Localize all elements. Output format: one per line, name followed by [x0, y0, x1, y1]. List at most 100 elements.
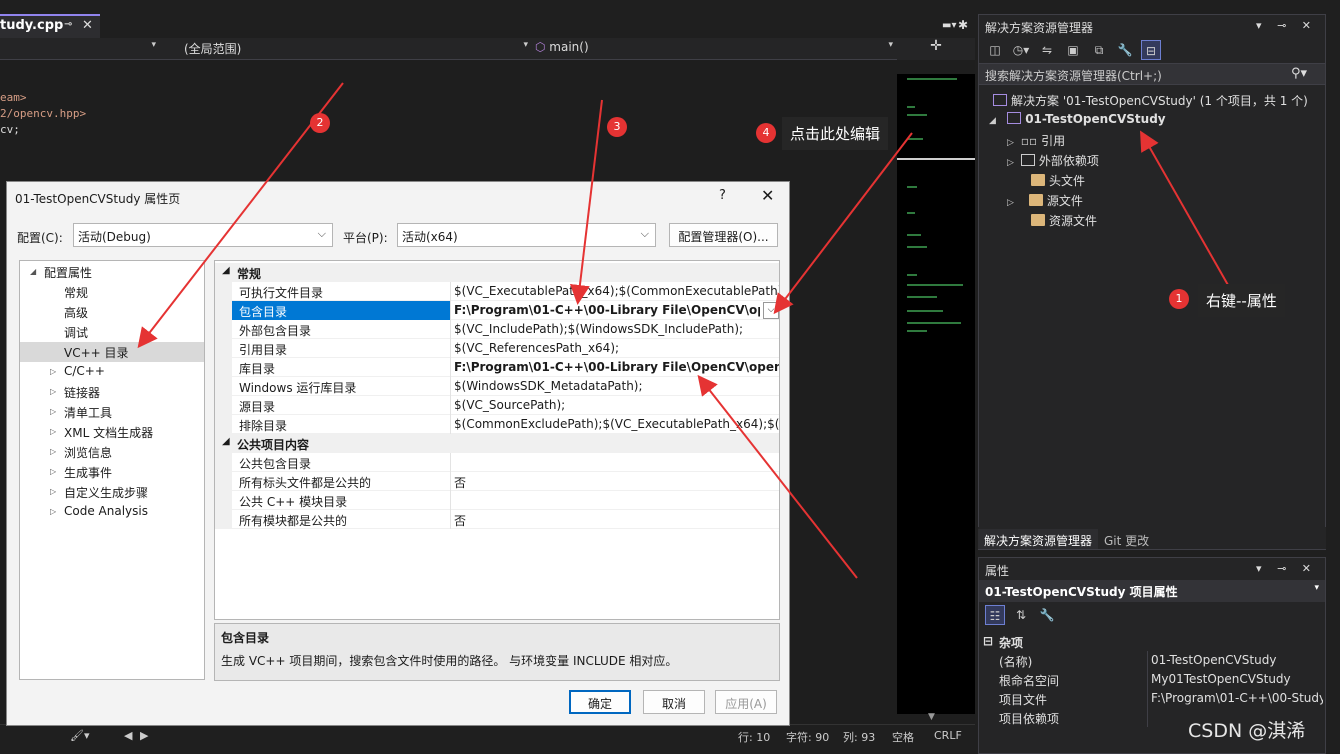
- brush-icon[interactable]: 🖌▾: [70, 729, 90, 742]
- grid-row-include-dirs[interactable]: 包含目录 F:\Program\01-C++\00-Library File\Op…: [215, 301, 779, 320]
- tree-item-vc-directories[interactable]: VC++ 目录: [20, 342, 204, 362]
- tab-solution-explorer[interactable]: 解决方案资源管理器: [978, 529, 1099, 549]
- grid-row[interactable]: 公共包含目录: [215, 453, 779, 472]
- resource-files-node[interactable]: 资源文件: [1031, 212, 1097, 232]
- collapsed-caret-icon[interactable]: ▷: [50, 427, 56, 436]
- property-row[interactable]: (名称) 01-TestOpenCVStudy: [979, 651, 1325, 670]
- tree-item-xml[interactable]: ▷ XML 文档生成器: [20, 422, 204, 442]
- history-icon[interactable]: ◷▾: [1011, 40, 1031, 60]
- code-text[interactable]: eam> 2/opencv.hpp> cv;: [0, 90, 86, 138]
- collapsed-caret-icon[interactable]: ▷: [1007, 138, 1017, 148]
- whitespace-mode[interactable]: 空格: [892, 729, 914, 745]
- search-input[interactable]: 搜索解决方案资源管理器(Ctrl+;) ⚲▾: [979, 63, 1325, 85]
- wrench-icon[interactable]: 🔧: [1037, 605, 1057, 625]
- gear-icon[interactable]: ✱: [958, 18, 968, 32]
- config-select[interactable]: 活动(Debug) ⌵: [73, 223, 333, 247]
- collapse-icon[interactable]: ▣: [1063, 40, 1083, 60]
- alphabetical-icon[interactable]: ⇅: [1011, 605, 1031, 625]
- tree-item-code-analysis[interactable]: ▷ Code Analysis: [20, 502, 204, 522]
- tree-item-manifest[interactable]: ▷ 清单工具: [20, 402, 204, 422]
- config-manager-button[interactable]: 配置管理器(O)...: [669, 223, 778, 247]
- tree-item-browse[interactable]: ▷ 浏览信息: [20, 442, 204, 462]
- collapsed-caret-icon[interactable]: ▷: [1007, 158, 1017, 168]
- tree-item-cpp[interactable]: ▷ C/C++: [20, 362, 204, 382]
- platform-select[interactable]: 活动(x64) ⌵: [397, 223, 656, 247]
- grid-row[interactable]: 引用目录 $(VC_ReferencesPath_x64);: [215, 339, 779, 358]
- collapse-icon[interactable]: ◢: [222, 265, 230, 276]
- chevron-down-icon[interactable]: ⌵: [763, 302, 779, 319]
- row-value[interactable]: F:\Program\01-C++\00-Library File\OpenCV…: [454, 303, 760, 317]
- help-button[interactable]: ?: [719, 188, 726, 203]
- line-number[interactable]: 行: 10: [738, 729, 770, 745]
- source-files-node[interactable]: ▷ 源文件: [1007, 192, 1083, 212]
- forward-icon[interactable]: ▶: [140, 729, 148, 742]
- categorized-icon[interactable]: ☷: [985, 605, 1005, 625]
- minimap[interactable]: [897, 74, 975, 714]
- split-icon[interactable]: ✛: [897, 38, 975, 60]
- vs-icon[interactable]: ◫: [985, 40, 1005, 60]
- collapsed-caret-icon[interactable]: ▷: [50, 507, 56, 516]
- collapse-icon[interactable]: ◢: [222, 436, 230, 447]
- grid-row[interactable]: 可执行文件目录 $(VC_ExecutablePath_x64);$(Common…: [215, 282, 779, 301]
- category-general[interactable]: ◢ 常规: [215, 263, 779, 282]
- solution-node[interactable]: 解决方案 '01-TestOpenCVStudy' (1 个项目，共 1 个): [993, 92, 1308, 112]
- grid-row-library-dirs[interactable]: 库目录 F:\Program\01-C++\00-Library File\Ope…: [215, 358, 779, 377]
- external-deps-node[interactable]: ▷ 外部依赖项: [1007, 152, 1099, 172]
- tree-item-linker[interactable]: ▷ 链接器: [20, 382, 204, 402]
- function-dropdown[interactable]: ⬡ main() ▾: [535, 40, 897, 58]
- panel-buttons[interactable]: ▾ ⊸ ✕: [1256, 562, 1317, 575]
- object-selector[interactable]: 01-TestOpenCVStudy 项目属性 ▾: [979, 580, 1325, 602]
- tree-item-build-events[interactable]: ▷ 生成事件: [20, 462, 204, 482]
- project-dropdown[interactable]: ▾: [0, 40, 160, 58]
- expanded-caret-icon[interactable]: ◢: [989, 116, 999, 126]
- search-icon[interactable]: ⚲▾: [1291, 66, 1307, 81]
- header-files-node[interactable]: 头文件: [1031, 172, 1085, 192]
- close-icon[interactable]: ✕: [82, 18, 93, 33]
- grid-row[interactable]: Windows 运行库目录 $(WindowsSDK_MetadataPath);: [215, 377, 779, 396]
- close-icon[interactable]: ✕: [761, 186, 774, 205]
- tab-overflow-icon[interactable]: ▬▾: [942, 20, 956, 31]
- tree-item-advanced[interactable]: 高级: [20, 302, 204, 322]
- project-node[interactable]: ◢ 01-TestOpenCVStudy: [989, 112, 1166, 132]
- collapsed-caret-icon[interactable]: ▷: [1007, 198, 1017, 208]
- tab-git-changes[interactable]: Git 更改: [1098, 529, 1155, 549]
- expanded-caret-icon[interactable]: ◢: [30, 267, 36, 276]
- column-number[interactable]: 列: 93: [843, 729, 875, 745]
- grid-row[interactable]: 外部包含目录 $(VC_IncludePath);$(WindowsSDK_Inc…: [215, 320, 779, 339]
- property-row[interactable]: 根命名空间 My01TestOpenCVStudy: [979, 670, 1325, 689]
- grid-row[interactable]: 所有标头文件都是公共的 否: [215, 472, 779, 491]
- property-row[interactable]: 项目文件 F:\Program\01-C++\00-Study: [979, 689, 1325, 708]
- collapsed-caret-icon[interactable]: ▷: [50, 467, 56, 476]
- category-row[interactable]: ⊟ 杂项: [979, 632, 1325, 651]
- tree-item-custom-build[interactable]: ▷ 自定义生成步骤: [20, 482, 204, 502]
- sync-icon[interactable]: ⇋: [1037, 40, 1057, 60]
- pin-icon[interactable]: ⊸: [64, 19, 72, 30]
- tree-item-debugging[interactable]: 调试: [20, 322, 204, 342]
- char-number[interactable]: 字符: 90: [786, 729, 829, 745]
- wrench-icon[interactable]: 🔧: [1115, 40, 1135, 60]
- ok-button[interactable]: 确定: [569, 690, 631, 714]
- collapse-icon[interactable]: ⊟: [983, 634, 993, 648]
- collapsed-caret-icon[interactable]: ▷: [50, 487, 56, 496]
- scroll-down-icon[interactable]: ▼: [928, 712, 935, 722]
- preview-icon[interactable]: ⊟: [1141, 40, 1161, 60]
- apply-button[interactable]: 应用(A): [715, 690, 777, 714]
- grid-row[interactable]: 排除目录 $(CommonExcludePath);$(VC_Executable…: [215, 415, 779, 434]
- collapsed-caret-icon[interactable]: ▷: [50, 407, 56, 416]
- grid-row[interactable]: 公共 C++ 模块目录: [215, 491, 779, 510]
- references-node[interactable]: ▷ ▫▫ 引用: [1007, 132, 1065, 152]
- editor-tab[interactable]: tudy.cpp ⊸ ✕: [0, 14, 100, 38]
- category-public[interactable]: ◢ 公共项目内容: [215, 434, 779, 453]
- collapsed-caret-icon[interactable]: ▷: [50, 387, 56, 396]
- cancel-button[interactable]: 取消: [643, 690, 705, 714]
- line-ending[interactable]: CRLF: [934, 729, 962, 742]
- collapsed-caret-icon[interactable]: ▷: [50, 447, 56, 456]
- tree-root[interactable]: ◢ 配置属性: [20, 262, 204, 282]
- back-icon[interactable]: ◀: [124, 729, 132, 742]
- copy-icon[interactable]: ⧉: [1089, 40, 1109, 60]
- grid-row[interactable]: 源目录 $(VC_SourcePath);: [215, 396, 779, 415]
- grid-row[interactable]: 所有模块都是公共的 否: [215, 510, 779, 529]
- collapsed-caret-icon[interactable]: ▷: [50, 367, 56, 376]
- panel-buttons[interactable]: ▾ ⊸ ✕: [1256, 19, 1317, 32]
- tree-item-general[interactable]: 常规: [20, 282, 204, 302]
